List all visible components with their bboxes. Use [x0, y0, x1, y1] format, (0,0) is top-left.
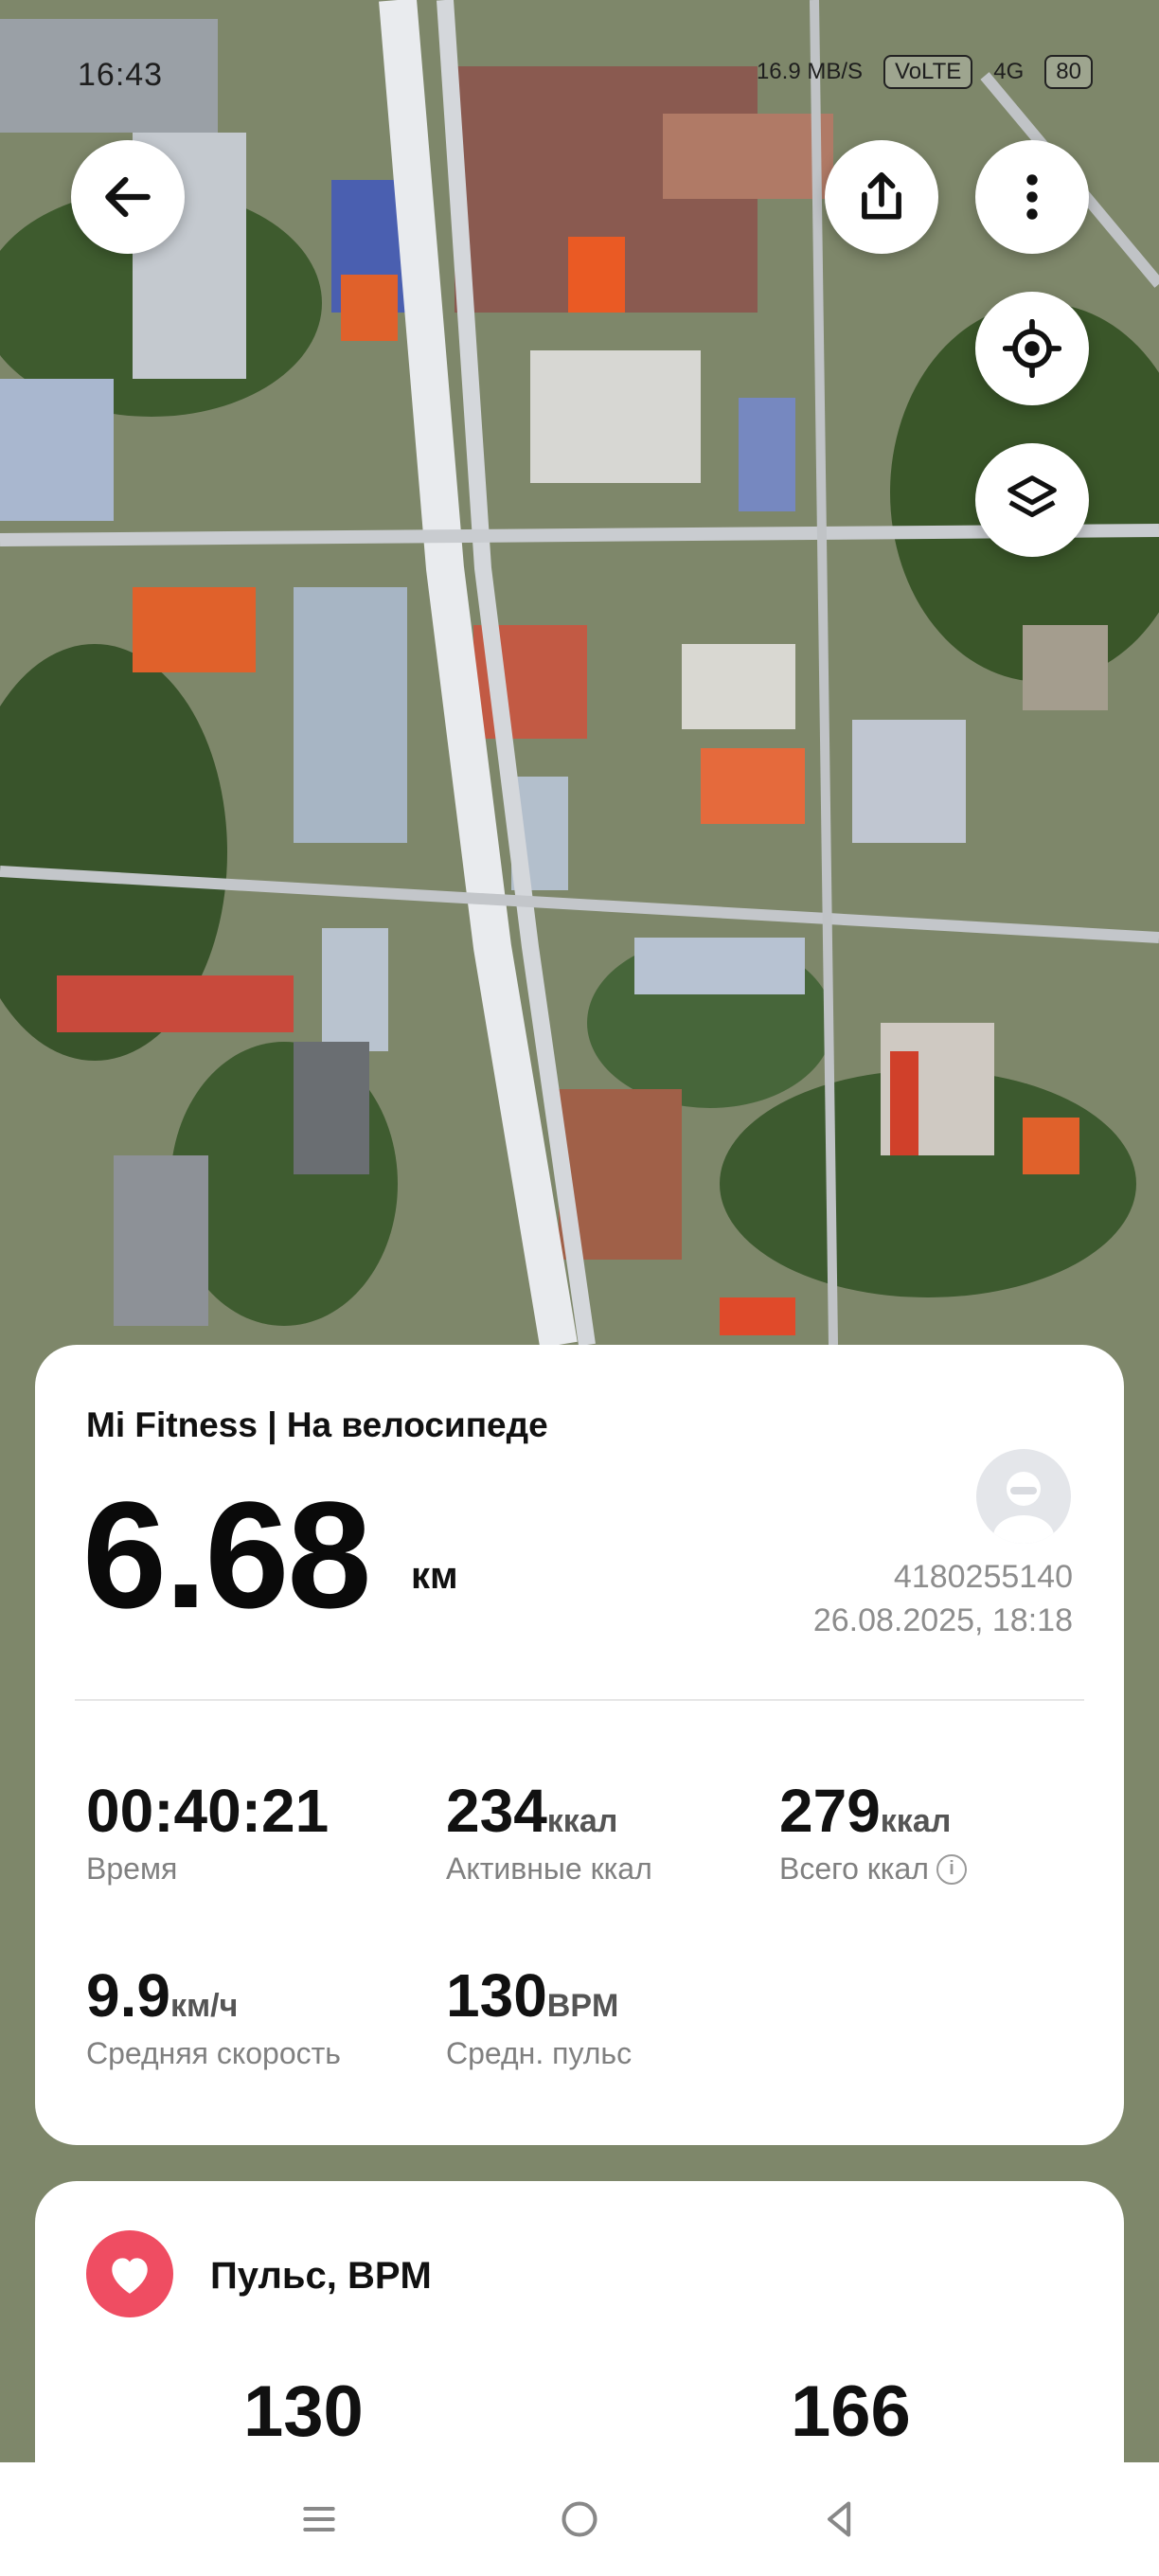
stat-value: 00:40:21 — [86, 1777, 330, 1845]
pulse-max-value: 166 — [791, 2371, 911, 2452]
signal-label: 4G — [993, 59, 1025, 84]
stat-duration: 00:40:21 Время — [86, 1776, 329, 1887]
back-triangle-icon — [827, 2501, 850, 2537]
heart-icon — [112, 2258, 148, 2294]
stat-avg-pulse: 130BPM Средн. пульс — [446, 1960, 632, 2071]
avatar[interactable] — [976, 1449, 1071, 1544]
locate-button[interactable] — [975, 292, 1089, 405]
workout-source-title: Mi Fitness | На велосипеде — [86, 1405, 548, 1444]
stat-label: Активные ккал — [446, 1852, 652, 1886]
more-button[interactable] — [975, 140, 1089, 254]
more-vertical-icon — [1026, 174, 1038, 220]
home-icon — [562, 2501, 597, 2537]
battery-indicator: 80 — [1044, 55, 1093, 89]
stat-unit: ккал — [880, 1803, 952, 1839]
stat-value: 234 — [446, 1777, 547, 1845]
workout-summary-card: Mi Fitness | На велосипеде 6.68 км 41802… — [35, 1345, 1124, 2145]
pulse-title: Пульс, BPM — [210, 2255, 432, 2297]
home-button[interactable] — [542, 2481, 617, 2557]
stat-unit: ккал — [546, 1803, 618, 1839]
info-icon[interactable]: i — [936, 1853, 967, 1885]
crosshair-icon — [1003, 319, 1061, 378]
distance-value: 6.68 — [82, 1470, 371, 1639]
carrier-badge: VoLTE — [883, 55, 973, 89]
stat-unit: BPM — [546, 1988, 619, 2024]
pulse-avg-value: 130 — [243, 2371, 364, 2452]
network-speed: 16.9 MB/S — [756, 59, 864, 84]
layers-button[interactable] — [975, 443, 1089, 557]
stat-active-kcal: 234ккал Активные ккал — [446, 1776, 652, 1887]
stat-total-kcal: 279ккал Всего ккал i — [779, 1776, 967, 1887]
distance-unit: км — [411, 1555, 458, 1597]
status-time: 16:43 — [78, 57, 164, 93]
menu-icon — [303, 2506, 336, 2532]
divider — [75, 1699, 1084, 1701]
share-button[interactable] — [825, 140, 938, 254]
user-avatar-icon — [993, 1472, 1054, 1544]
heart-badge — [86, 2230, 173, 2317]
stat-label: Средн. пульс — [446, 2036, 633, 2070]
back-button[interactable] — [71, 140, 185, 254]
workout-datetime: 26.08.2025, 18:18 — [812, 1602, 1073, 1638]
stat-unit: км/ч — [169, 1988, 239, 2024]
share-icon — [862, 171, 901, 220]
stat-value: 130 — [446, 1961, 547, 2030]
stat-value: 279 — [779, 1777, 881, 1845]
back-nav-button[interactable] — [802, 2481, 878, 2557]
status-indicators: 16.9 MB/S VoLTE 4G 80 — [757, 55, 1093, 89]
stat-label: Время — [86, 1852, 178, 1886]
stat-label-row: Всего ккал i — [779, 1852, 967, 1887]
user-id: 4180255140 — [893, 1559, 1073, 1595]
system-navigation-bar — [0, 2462, 1159, 2576]
stat-label: Средняя скорость — [86, 2036, 341, 2070]
arrow-left-icon — [105, 176, 151, 218]
layers-icon — [1007, 475, 1057, 518]
menu-button[interactable] — [281, 2481, 357, 2557]
stat-avg-speed: 9.9км/ч Средняя скорость — [86, 1960, 341, 2071]
stat-label: Всего ккал — [779, 1852, 929, 1886]
stat-value: 9.9 — [86, 1961, 170, 2030]
